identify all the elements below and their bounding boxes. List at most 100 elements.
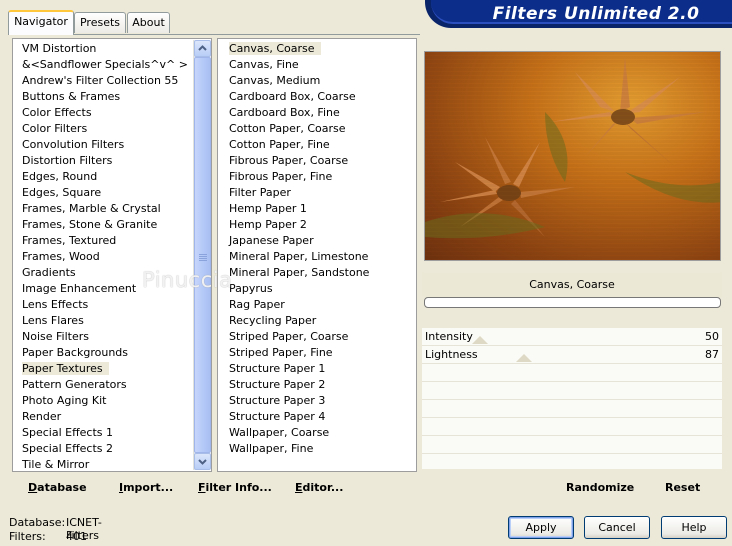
help-button[interactable]: Help [661, 516, 727, 539]
filter-item[interactable]: Canvas, Fine [226, 57, 412, 73]
category-item[interactable]: Lens Effects [19, 297, 195, 313]
filter-item[interactable]: Canvas, Medium [226, 73, 412, 89]
category-item[interactable]: Render [19, 409, 195, 425]
category-item[interactable]: Frames, Stone & Granite [19, 217, 195, 233]
category-item[interactable]: Distortion Filters [19, 153, 195, 169]
filter-item-label: Structure Paper 4 [229, 410, 326, 423]
category-item[interactable]: Frames, Wood [19, 249, 195, 265]
filter-item[interactable]: Cotton Paper, Fine [226, 137, 412, 153]
filter-item-label: Canvas, Fine [229, 58, 299, 71]
filter-item[interactable]: Hemp Paper 1 [226, 201, 412, 217]
category-item[interactable]: Special Effects 2 [19, 441, 195, 457]
filter-item[interactable]: Hemp Paper 2 [226, 217, 412, 233]
category-item[interactable]: &<Sandflower Specials^v^ > [19, 57, 195, 73]
slider-thumb[interactable] [472, 336, 488, 344]
preview-image [424, 51, 721, 261]
filter-item-label: Canvas, Coarse [229, 42, 321, 55]
reset-button[interactable]: Reset [665, 481, 700, 494]
category-item-label: Special Effects 2 [22, 442, 114, 455]
param-row-empty [422, 364, 722, 382]
category-item-label: Photo Aging Kit [22, 394, 107, 407]
randomize-button[interactable]: Randomize [566, 481, 634, 494]
category-item[interactable]: Color Filters [19, 121, 195, 137]
param-row-empty [422, 454, 722, 472]
scroll-up-button[interactable] [194, 40, 211, 57]
filter-item[interactable]: Striped Paper, Coarse [226, 329, 412, 345]
category-scrollbar[interactable] [193, 40, 211, 470]
filter-item-label: Cotton Paper, Fine [229, 138, 330, 151]
filter-item[interactable]: Fibrous Paper, Coarse [226, 153, 412, 169]
category-item[interactable]: Lens Flares [19, 313, 195, 329]
filter-item[interactable]: Structure Paper 3 [226, 393, 412, 409]
filter-info-button[interactable]: Filter Info... [198, 481, 272, 494]
category-list: VM Distortion &<Sandflower Specials^v^ > A… [19, 41, 195, 473]
import-button[interactable]: Import... [119, 481, 173, 494]
filter-item-label: Structure Paper 3 [229, 394, 326, 407]
filter-item[interactable]: Japanese Paper [226, 233, 412, 249]
filter-item[interactable]: Fibrous Paper, Fine [226, 169, 412, 185]
scroll-thumb[interactable] [194, 57, 211, 453]
category-item[interactable]: Tile & Mirror [19, 457, 195, 473]
category-item[interactable]: Photo Aging Kit [19, 393, 195, 409]
category-item[interactable]: Buttons & Frames [19, 89, 195, 105]
filter-item[interactable]: Cardboard Box, Coarse [226, 89, 412, 105]
filter-item[interactable]: Papyrus [226, 281, 412, 297]
category-item-label: Color Effects [22, 106, 92, 119]
filter-item[interactable]: Recycling Paper [226, 313, 412, 329]
param-row-intensity[interactable]: Intensity 50 [422, 328, 722, 346]
category-item[interactable]: Andrew's Filter Collection 55 [19, 73, 195, 89]
filter-item[interactable]: Rag Paper [226, 297, 412, 313]
filter-item-label: Fibrous Paper, Fine [229, 170, 333, 183]
tab-about[interactable]: About [127, 12, 170, 33]
filter-item-label: Cardboard Box, Coarse [229, 90, 356, 103]
database-button[interactable]: Database [28, 481, 87, 494]
chevron-down-icon [198, 459, 207, 465]
tab-navigator[interactable]: Navigator [8, 10, 74, 35]
filter-item-label: Wallpaper, Fine [229, 442, 314, 455]
filter-item[interactable]: Canvas, Coarse [226, 41, 412, 57]
filter-panel: Canvas, Coarse Canvas, Fine Canvas, Medium… [217, 38, 417, 472]
param-row-lightness[interactable]: Lightness 87 [422, 346, 722, 364]
scroll-down-button[interactable] [194, 453, 211, 470]
category-item[interactable]: Paper Textures [19, 361, 195, 377]
filter-item[interactable]: Striped Paper, Fine [226, 345, 412, 361]
filter-item[interactable]: Cotton Paper, Coarse [226, 121, 412, 137]
category-item[interactable]: Edges, Square [19, 185, 195, 201]
filter-item[interactable]: Mineral Paper, Sandstone [226, 265, 412, 281]
filter-item[interactable]: Mineral Paper, Limestone [226, 249, 412, 265]
category-item[interactable]: Color Effects [19, 105, 195, 121]
filter-item-label: Cardboard Box, Fine [229, 106, 340, 119]
filter-item[interactable]: Structure Paper 1 [226, 361, 412, 377]
category-panel: VM Distortion &<Sandflower Specials^v^ > A… [12, 38, 212, 472]
category-item-label: Gradients [22, 266, 76, 279]
category-item[interactable]: Special Effects 1 [19, 425, 195, 441]
category-item-label: &<Sandflower Specials^v^ > [22, 58, 188, 71]
filter-list: Canvas, Coarse Canvas, Fine Canvas, Medium… [226, 41, 412, 457]
filter-item-label: Japanese Paper [229, 234, 314, 247]
editor-button[interactable]: Editor... [295, 481, 343, 494]
filter-item[interactable]: Filter Paper [226, 185, 412, 201]
chevron-up-icon [198, 45, 207, 51]
category-item-label: Edges, Square [22, 186, 102, 199]
filter-item[interactable]: Structure Paper 4 [226, 409, 412, 425]
category-item[interactable]: Pattern Generators [19, 377, 195, 393]
category-item[interactable]: Convolution Filters [19, 137, 195, 153]
category-item-label: Edges, Round [22, 170, 98, 183]
category-item[interactable]: Paper Backgrounds [19, 345, 195, 361]
app-title: Filters Unlimited 2.0 [492, 4, 700, 24]
category-item[interactable]: Noise Filters [19, 329, 195, 345]
filter-item[interactable]: Wallpaper, Fine [226, 441, 412, 457]
cancel-button[interactable]: Cancel [584, 516, 650, 539]
slider-thumb[interactable] [516, 354, 532, 362]
category-item[interactable]: VM Distortion [19, 41, 195, 57]
filter-item[interactable]: Cardboard Box, Fine [226, 105, 412, 121]
filter-item[interactable]: Wallpaper, Coarse [226, 425, 412, 441]
category-item[interactable]: Edges, Round [19, 169, 195, 185]
category-item[interactable]: Frames, Marble & Crystal [19, 201, 195, 217]
filter-item[interactable]: Structure Paper 2 [226, 377, 412, 393]
tab-presets[interactable]: Presets [74, 12, 126, 33]
category-item-label: VM Distortion [22, 42, 97, 55]
apply-button[interactable]: Apply [508, 516, 574, 539]
category-item[interactable]: Frames, Textured [19, 233, 195, 249]
database-button-key: D [28, 481, 38, 494]
